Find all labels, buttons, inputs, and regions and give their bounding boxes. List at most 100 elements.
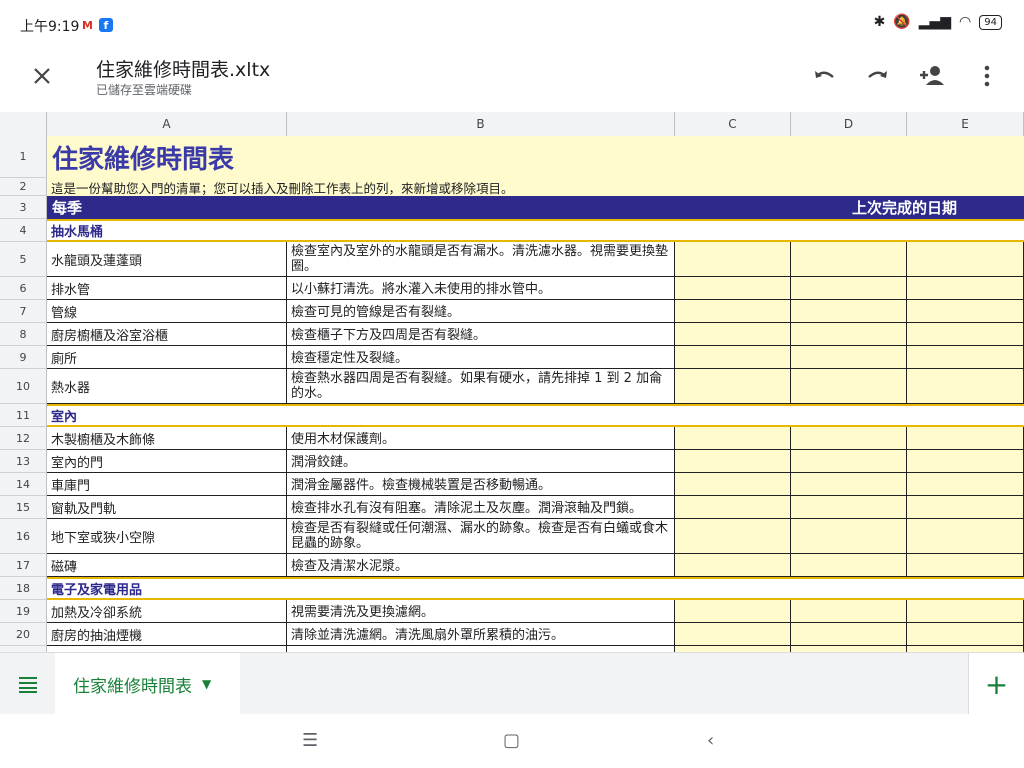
date-cell[interactable] [675,496,791,519]
back-icon[interactable]: ‹ [707,730,714,751]
item-cell[interactable]: 磁磚 [47,554,287,577]
row-number[interactable]: 2 [0,178,47,196]
row-number[interactable]: 18 [0,577,47,600]
row-number[interactable]: 7 [0,300,47,323]
spreadsheet-grid[interactable]: A B C D E 1 住家維修時間表 2 這是一份幫助您入門的清單；您可以插入及刪除… [0,112,1024,652]
date-cell[interactable] [907,277,1024,300]
task-cell[interactable]: 檢查櫃子下方及四周是否有裂縫。 [287,323,675,346]
add-sheet-button[interactable]: + [968,653,1024,715]
row-number[interactable]: 14 [0,473,47,496]
row-number[interactable]: 8 [0,323,47,346]
date-cell[interactable] [791,242,907,277]
item-cell[interactable]: 加熱及冷卻系統 [47,600,287,623]
sheet-tab-active[interactable]: 住家維修時間表 ▼ [55,653,240,715]
date-cell[interactable] [907,623,1024,646]
task-cell[interactable]: 檢查及清潔水泥漿。 [287,554,675,577]
section-header[interactable]: 抽水馬桶 [47,219,1024,242]
item-cell[interactable]: 水龍頭及蓮蓬頭 [47,242,287,277]
row-number[interactable]: 6 [0,277,47,300]
item-cell[interactable]: 車庫門 [47,473,287,496]
date-cell[interactable] [791,346,907,369]
item-cell[interactable]: 窗軌及門軌 [47,496,287,519]
item-cell[interactable]: 熱水器 [47,369,287,404]
row-number[interactable]: 19 [0,600,47,623]
item-cell[interactable]: 廚房的抽油煙機 [47,623,287,646]
redo-icon[interactable] [864,62,892,90]
row-number[interactable]: 10 [0,369,47,404]
column-header-b[interactable]: B [287,112,675,136]
task-cell[interactable]: 潤滑鉸鏈。 [287,450,675,473]
date-cell[interactable] [907,427,1024,450]
undo-icon[interactable] [810,62,838,90]
task-cell[interactable]: 檢查穩定性及裂縫。 [287,346,675,369]
date-cell[interactable] [675,623,791,646]
date-cell[interactable] [907,323,1024,346]
date-cell[interactable] [675,277,791,300]
item-cell[interactable]: 木製櫥櫃及木飾條 [47,427,287,450]
task-cell[interactable]: 使用木材保護劑。 [287,427,675,450]
date-cell[interactable] [675,427,791,450]
date-cell[interactable] [907,450,1024,473]
date-cell[interactable] [675,554,791,577]
task-cell[interactable]: 檢查熱水器四周是否有裂縫。如果有硬水，請先排掉 1 到 2 加侖的水。 [287,369,675,404]
date-cell[interactable] [907,242,1024,277]
dropdown-arrow-icon[interactable]: ▼ [202,677,211,691]
task-cell[interactable]: 檢查室內及室外的水龍頭是否有漏水。清洗濾水器。視需要更換墊圈。 [287,242,675,277]
task-cell[interactable]: 潤滑金屬器件。檢查機械裝置是否移動暢通。 [287,473,675,496]
task-cell[interactable]: 檢查可見的管線是否有裂縫。 [287,300,675,323]
more-options-icon[interactable] [973,62,1001,90]
date-cell[interactable] [791,369,907,404]
row-number[interactable]: 17 [0,554,47,577]
row-number[interactable]: 3 [0,196,47,219]
date-cell[interactable] [675,519,791,554]
row-number[interactable]: 5 [0,242,47,277]
date-cell[interactable] [907,496,1024,519]
item-cell[interactable]: 廚房櫥櫃及浴室浴櫃 [47,323,287,346]
row-number[interactable]: 1 [0,136,47,178]
item-cell[interactable]: 排水管 [47,277,287,300]
date-cell[interactable] [675,300,791,323]
date-cell[interactable] [675,600,791,623]
date-cell[interactable] [791,623,907,646]
date-cell[interactable] [791,600,907,623]
close-icon[interactable] [28,62,56,90]
date-cell[interactable] [675,450,791,473]
item-cell[interactable]: 管線 [47,300,287,323]
date-cell[interactable] [791,427,907,450]
task-cell[interactable]: 檢查排水孔有沒有阻塞。清除泥土及灰塵。潤滑滾軸及門鎖。 [287,496,675,519]
date-cell[interactable] [907,369,1024,404]
column-header-a[interactable]: A [47,112,287,136]
date-cell[interactable] [907,346,1024,369]
column-header-c[interactable]: C [675,112,791,136]
row-number[interactable]: 4 [0,219,47,242]
column-header-e[interactable]: E [907,112,1024,136]
date-cell[interactable] [675,346,791,369]
intro-text[interactable]: 這是一份幫助您入門的清單；您可以插入及刪除工作表上的列，來新增或移除項目。 [47,178,1024,196]
date-cell[interactable] [675,242,791,277]
column-header-d[interactable]: D [791,112,907,136]
date-cell[interactable] [791,519,907,554]
date-cell[interactable] [907,300,1024,323]
home-icon[interactable]: ▢ [503,730,520,751]
date-cell[interactable] [791,496,907,519]
row-number[interactable]: 13 [0,450,47,473]
date-cell[interactable] [791,473,907,496]
date-cell[interactable] [791,554,907,577]
item-cell[interactable]: 廁所 [47,346,287,369]
section-header[interactable]: 室內 [47,404,1024,427]
task-cell[interactable]: 以小蘇打清洗。將水灌入未使用的排水管中。 [287,277,675,300]
item-cell[interactable]: 地下室或狹小空隙 [47,519,287,554]
date-cell[interactable] [675,473,791,496]
row-number[interactable]: 9 [0,346,47,369]
task-cell[interactable]: 清除並清洗濾網。清洗風扇外罩所累積的油污。 [287,623,675,646]
date-cell[interactable] [791,277,907,300]
task-cell[interactable]: 檢查是否有裂縫或任何潮濕、漏水的跡象。檢查是否有白蟻或食木昆蟲的跡象。 [287,519,675,554]
recent-apps-icon[interactable]: ☰ [302,730,318,751]
section-header[interactable]: 電子及家電用品 [47,577,1024,600]
date-cell[interactable] [907,554,1024,577]
date-cell[interactable] [791,323,907,346]
select-all-corner[interactable] [0,112,47,136]
row-number[interactable]: 20 [0,623,47,646]
date-cell[interactable] [907,519,1024,554]
date-cell[interactable] [675,369,791,404]
